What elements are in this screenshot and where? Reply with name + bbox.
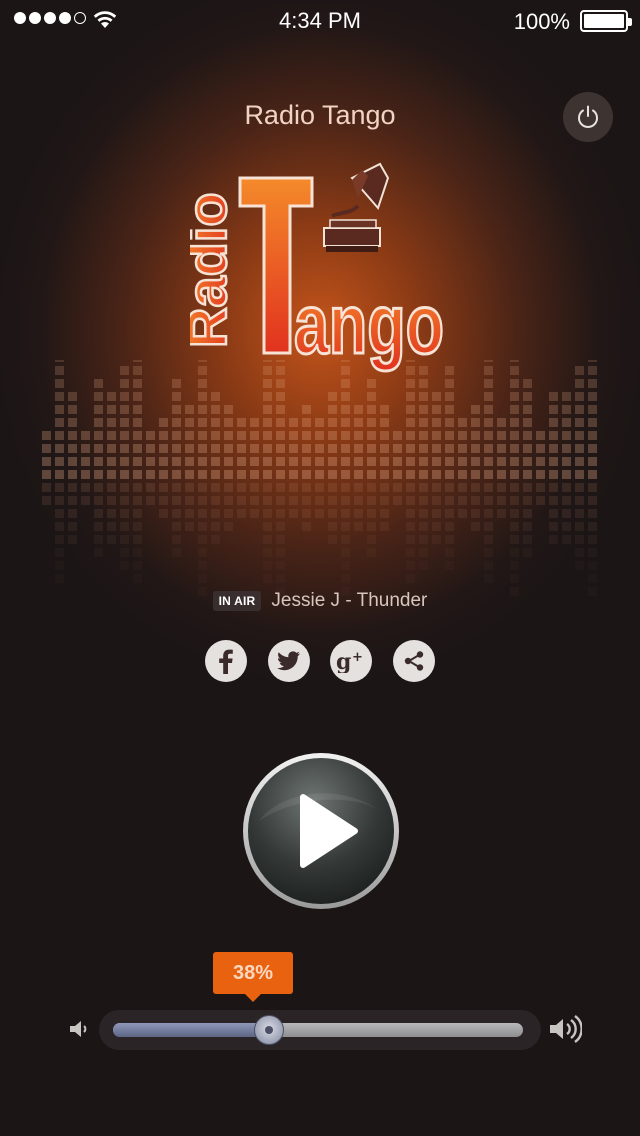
status-bar: 4:34 PM 100% bbox=[0, 0, 640, 40]
svg-text:+: + bbox=[352, 650, 363, 665]
share-icon bbox=[404, 651, 424, 671]
volume-low-icon[interactable] bbox=[68, 1017, 92, 1041]
share-button[interactable] bbox=[393, 640, 435, 682]
volume-percentage-badge: 38% bbox=[213, 952, 293, 1002]
volume-slider-thumb[interactable] bbox=[253, 1015, 284, 1045]
volume-high-icon[interactable] bbox=[548, 1013, 582, 1045]
google-plus-icon: g + bbox=[336, 649, 363, 673]
twitter-icon bbox=[277, 651, 300, 671]
equalizer-visualizer bbox=[42, 360, 597, 596]
app-title: Radio Tango bbox=[244, 100, 396, 130]
battery-percentage: 100% bbox=[513, 9, 570, 34]
power-icon bbox=[578, 105, 598, 128]
facebook-button[interactable] bbox=[205, 640, 247, 682]
track-title: Jessie J - Thunder bbox=[271, 590, 428, 611]
gramophone-icon bbox=[323, 162, 390, 252]
battery-icon bbox=[580, 10, 632, 32]
svg-text:g: g bbox=[336, 649, 351, 673]
radio-tango-logo: Radio ango bbox=[190, 162, 446, 373]
volume-slider-rail[interactable] bbox=[113, 1023, 523, 1037]
now-playing: IN AIR Jessie J - Thunder bbox=[0, 590, 640, 612]
volume-slider[interactable] bbox=[99, 1010, 541, 1050]
in-air-badge: IN AIR bbox=[212, 591, 262, 611]
logo-word-radio: Radio bbox=[190, 192, 238, 348]
svg-text:ango: ango bbox=[294, 277, 444, 371]
google-plus-button[interactable]: g + bbox=[330, 640, 372, 682]
play-button[interactable] bbox=[241, 751, 401, 911]
facebook-icon bbox=[219, 649, 233, 674]
power-button[interactable] bbox=[563, 92, 613, 142]
twitter-button[interactable] bbox=[268, 640, 310, 682]
volume-slider-fill bbox=[113, 1023, 269, 1037]
